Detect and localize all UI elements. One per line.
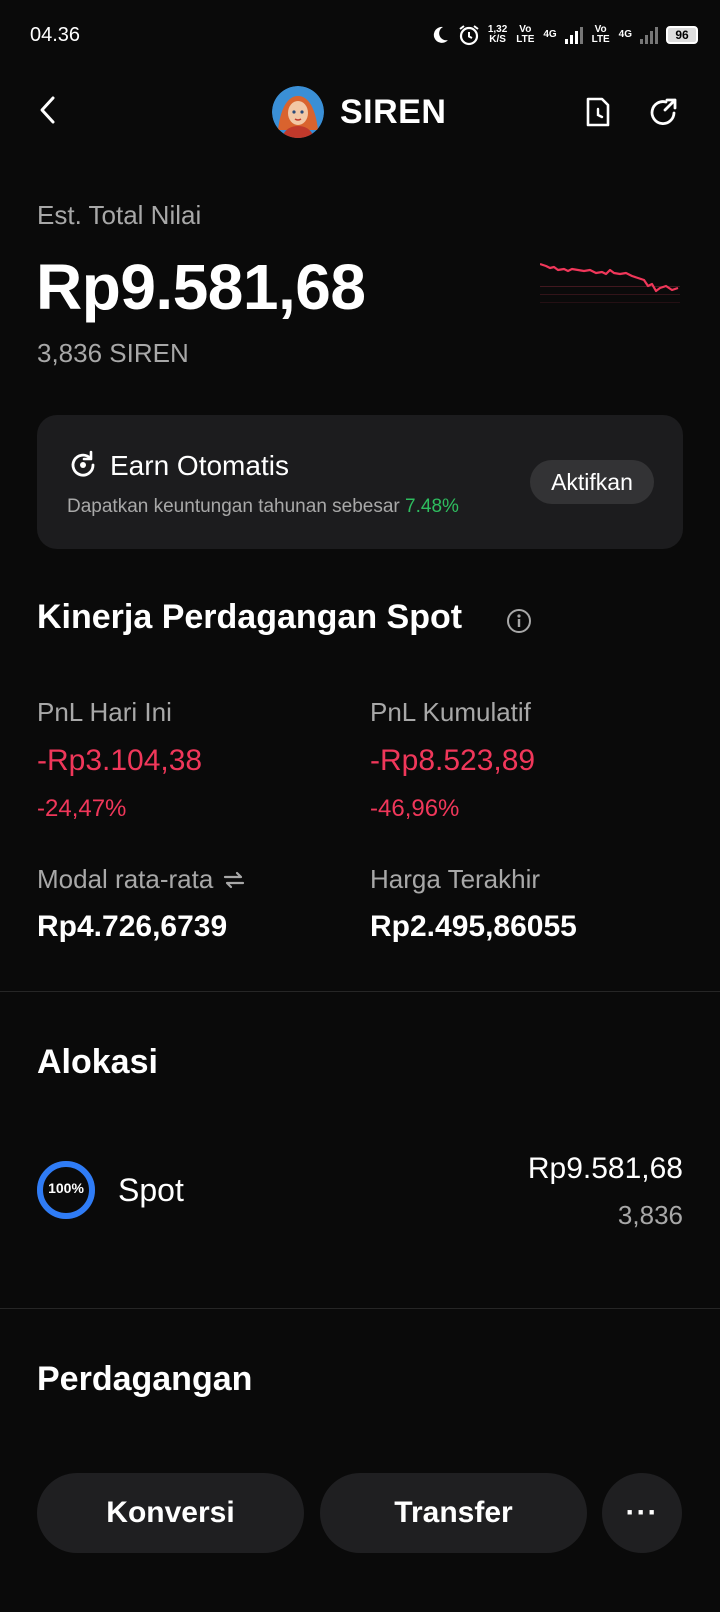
avg-cost-value: Rp4.726,6739	[37, 910, 228, 943]
earn-description: Dapatkan keuntungan tahunan sebesar 7.48…	[67, 496, 459, 518]
info-icon[interactable]	[506, 608, 532, 634]
alarm-icon	[459, 25, 479, 46]
sim2-signal-icon	[640, 26, 658, 44]
history-button[interactable]	[578, 92, 618, 132]
pnl-cumulative-label: PnL Kumulatif	[370, 697, 531, 727]
avg-cost-label: Modal rata-rata	[37, 864, 214, 894]
token-header: SIREN	[272, 86, 446, 138]
pnl-cumulative-value: -Rp8.523,89	[370, 744, 536, 777]
more-options-button[interactable]: ···	[602, 1473, 682, 1553]
price-sparkline	[540, 262, 680, 303]
performance-title: Kinerja Perdagangan Spot	[37, 598, 463, 636]
sim1-network: 4G	[543, 29, 557, 40]
earn-description-text: Dapatkan keuntungan tahunan sebesar	[67, 496, 400, 517]
earn-title: Earn Otomatis	[110, 450, 289, 481]
battery-icon: 96	[666, 26, 698, 44]
pnl-today-value: -Rp3.104,38	[37, 744, 203, 777]
sim2-network: 4G	[618, 29, 632, 40]
back-button[interactable]	[28, 90, 68, 130]
allocation-item-value: Rp9.581,68	[527, 1152, 683, 1185]
sim1-signal-icon	[564, 26, 583, 44]
allocation-title: Alokasi	[37, 1043, 158, 1081]
chevron-left-icon	[40, 96, 55, 124]
allocation-item-name: Spot	[118, 1172, 184, 1208]
transfer-button[interactable]: Transfer	[320, 1473, 587, 1553]
sim1-volte-label: Vo LTE	[516, 24, 535, 45]
divider	[0, 991, 720, 992]
last-price-value: Rp2.495,86055	[370, 910, 577, 943]
convert-button[interactable]: Konversi	[37, 1473, 304, 1553]
share-button[interactable]	[644, 92, 684, 132]
moon-icon	[433, 26, 448, 43]
status-time: 04.36	[30, 24, 81, 46]
earn-rate: 7.48%	[405, 496, 459, 517]
sim2-volte-label: Vo LTE	[591, 24, 610, 45]
net-speed-unit: K/S	[489, 34, 506, 45]
avg-cost-header[interactable]: Modal rata-rata	[37, 864, 245, 895]
token-amount: 3,836 SIREN	[37, 338, 189, 368]
allocation-percent: 100%	[48, 1180, 84, 1196]
total-value: Rp9.581,68	[36, 251, 366, 323]
divider	[0, 1308, 720, 1309]
token-avatar	[272, 86, 324, 138]
document-clock-icon	[586, 97, 610, 127]
net-speed: 1,32 K/S	[488, 25, 507, 45]
allocation-item-amount: 3,836	[617, 1200, 683, 1230]
pnl-today-percent: -24,47%	[37, 795, 127, 822]
activate-button[interactable]: Aktifkan	[530, 460, 654, 504]
status-icons: 1,32 K/S Vo LTE 4G Vo LTE 4G 96	[430, 20, 698, 50]
share-arrow-icon	[650, 98, 677, 125]
est-total-label: Est. Total Nilai	[37, 200, 202, 230]
token-name: SIREN	[340, 92, 447, 131]
last-price-label: Harga Terakhir	[370, 864, 541, 894]
pnl-cumulative-percent: -46,96%	[370, 795, 460, 822]
trading-title: Perdagangan	[37, 1360, 253, 1398]
pnl-today-label: PnL Hari Ini	[37, 697, 172, 727]
swap-icon	[224, 871, 245, 888]
earn-auto-icon	[71, 450, 95, 477]
